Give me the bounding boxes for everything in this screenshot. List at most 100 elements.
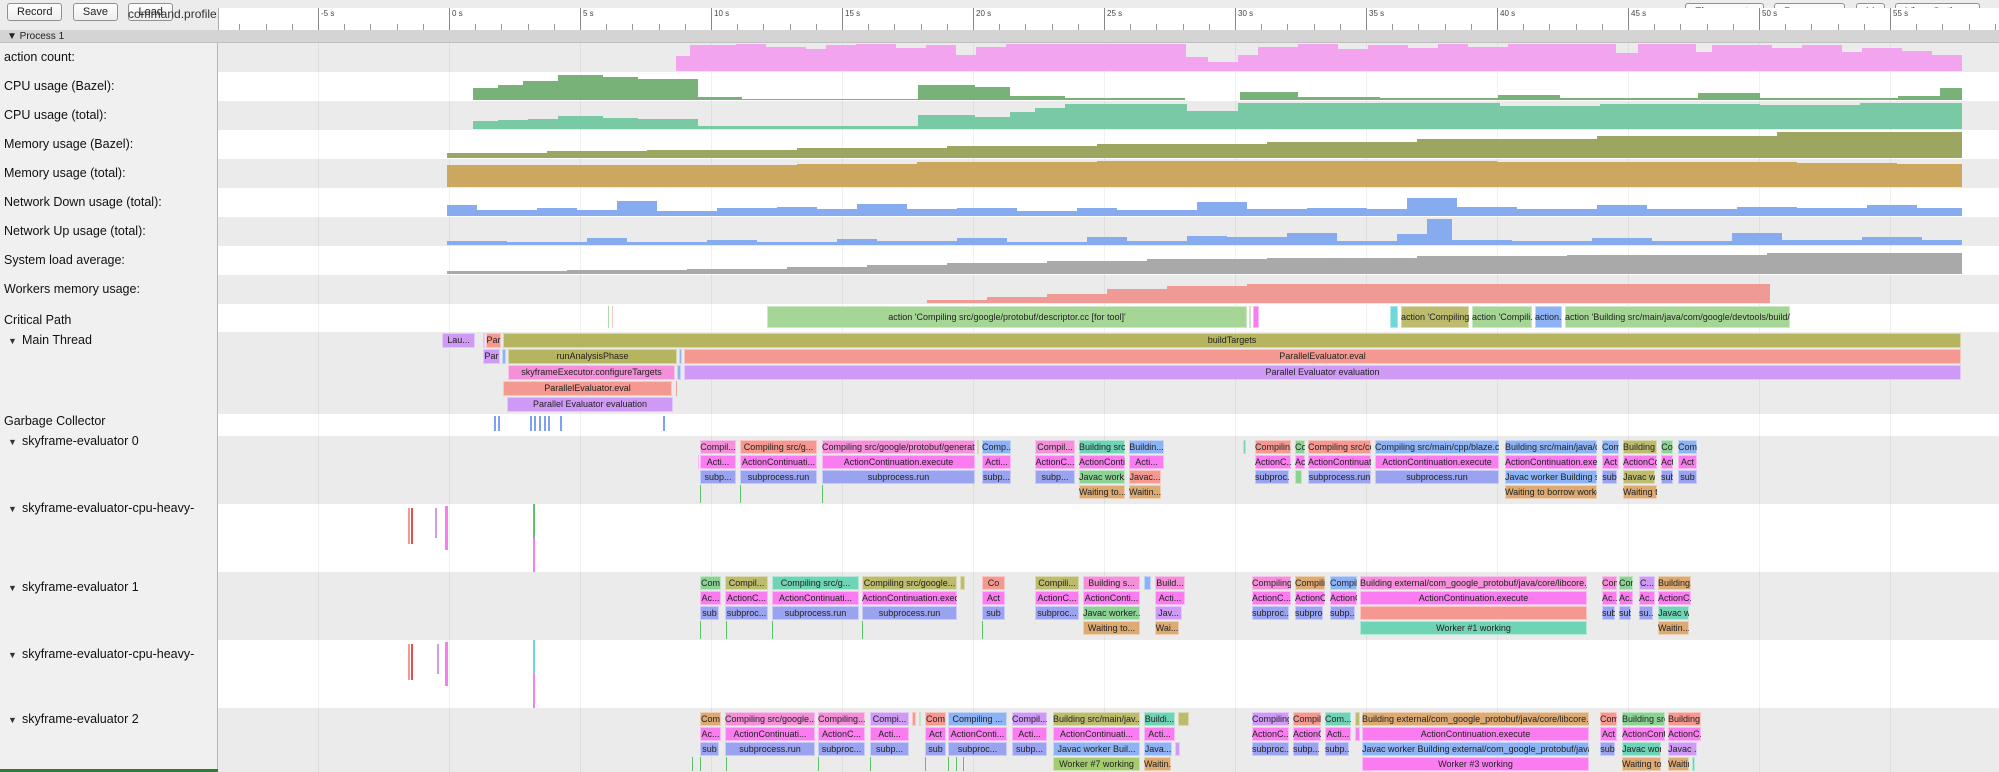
trace-block[interactable]: Parallel Evaluator evaluation (507, 397, 673, 412)
trace-block[interactable]: Compiling ... (948, 712, 1007, 726)
trace-block[interactable]: subprocess.run (725, 742, 815, 756)
event-tick[interactable] (870, 757, 871, 771)
trace-block[interactable]: Building... (1658, 576, 1691, 590)
trace-block[interactable]: Acti... (1155, 591, 1185, 605)
trace-block[interactable] (1175, 742, 1180, 756)
trace-block[interactable] (1253, 306, 1259, 328)
event-tick[interactable] (948, 757, 949, 771)
event-tick[interactable] (530, 416, 532, 431)
trace-block[interactable]: ActionContinuation.execute (862, 591, 957, 605)
trace-block[interactable]: Compiling src/g... (740, 440, 817, 454)
trace-block[interactable]: Javac worker... (1622, 742, 1661, 756)
trace-block[interactable]: ParallelEvaluator.eval (684, 349, 1961, 364)
trace-block[interactable]: Acti... (870, 727, 909, 741)
trace-block[interactable]: subp... (1293, 742, 1319, 756)
trace-block[interactable]: skyframeExecutor.configureTargets (508, 365, 675, 380)
event-tick[interactable] (411, 644, 413, 680)
trace-block[interactable]: ActionC... (725, 591, 768, 605)
trace-block[interactable]: Par (486, 333, 501, 348)
event-tick[interactable] (560, 416, 562, 431)
trace-block[interactable]: subp... (982, 470, 1011, 484)
trace-block[interactable]: Compilin... (1295, 576, 1325, 590)
trace-block[interactable]: sub (982, 606, 1005, 620)
trace-block[interactable]: ActionC... (1035, 455, 1075, 469)
save-button[interactable]: Save (73, 3, 118, 21)
trace-block[interactable]: Acti... (982, 455, 1011, 469)
trace-block[interactable]: Waiting to... (1083, 621, 1140, 635)
trace-block[interactable]: ActionConti... (1079, 455, 1125, 469)
trace-block[interactable]: sub (1619, 606, 1631, 620)
trace-block[interactable] (1355, 727, 1360, 741)
trace-block[interactable]: Ac... (700, 727, 721, 741)
event-tick[interactable] (411, 508, 413, 544)
trace-block[interactable]: sub (925, 742, 946, 756)
trace-block[interactable] (612, 306, 613, 328)
trace-block[interactable]: Acti... (700, 455, 736, 469)
trace-block[interactable]: action 'Compiling src/google/protobuf/de… (767, 306, 1247, 328)
trace-block[interactable] (677, 365, 681, 380)
trace-block[interactable]: subproc... (818, 742, 865, 756)
event-tick[interactable] (700, 621, 701, 639)
trace-block[interactable] (1360, 606, 1587, 620)
trace-block[interactable]: subprocess.run (1308, 470, 1371, 484)
trace-block[interactable] (912, 712, 916, 726)
event-tick[interactable] (963, 757, 964, 771)
trace-block[interactable]: Buildi... (1144, 712, 1175, 726)
track-label-main-thread[interactable]: ▼Main Thread (8, 333, 92, 348)
trace-block[interactable]: Act (1295, 455, 1305, 469)
trace-block[interactable]: Waitin... (1144, 757, 1171, 771)
trace-block[interactable]: ActionContinuati... (725, 727, 815, 741)
trace-block[interactable]: Ac... (1619, 591, 1633, 605)
trace-block[interactable]: Worker #1 working (1360, 621, 1587, 635)
trace-block[interactable]: Com (1678, 440, 1697, 454)
trace-block[interactable]: Parallel Evaluator evaluation (684, 365, 1961, 380)
trace-block[interactable]: Act (1678, 455, 1697, 469)
trace-block[interactable]: subp... (870, 742, 909, 756)
event-tick[interactable] (982, 621, 983, 639)
trace-block[interactable]: Javac work... (1079, 470, 1125, 484)
trace-block[interactable]: Jav... (1155, 606, 1182, 620)
track-label-skyframe-evaluator-cpu-heavy[interactable]: ▼skyframe-evaluator-cpu-heavy- (8, 647, 194, 662)
trace-block[interactable]: Compil... (1012, 712, 1047, 726)
trace-block[interactable]: subp... (1325, 742, 1349, 756)
trace-block[interactable]: Javac wor... (1623, 470, 1655, 484)
track-label-skyframe-evaluator-1[interactable]: ▼skyframe-evaluator 1 (8, 580, 139, 595)
trace-block[interactable]: ActionC... (1293, 727, 1321, 741)
collapse-arrow-icon[interactable]: ▼ (8, 502, 22, 516)
trace-block[interactable]: subp... (700, 470, 736, 484)
trace-block[interactable]: Compiling src/main/cpp/blaze.cc (1375, 440, 1499, 454)
trace-block[interactable]: Compili... (1035, 576, 1079, 590)
trace-block[interactable]: subprocess.run (862, 606, 957, 620)
trace-block[interactable]: ActionC... (1035, 591, 1079, 605)
trace-block[interactable]: Co (1661, 440, 1673, 454)
trace-block[interactable]: Building external/com_google_protobuf/ja… (1360, 576, 1587, 590)
trace-block[interactable]: Compil... (725, 576, 768, 590)
trace-block[interactable]: Worker #7 working (1053, 757, 1140, 771)
trace-block[interactable] (1178, 712, 1189, 726)
event-tick[interactable] (956, 757, 957, 771)
trace-block[interactable]: subproc... (948, 742, 1007, 756)
event-tick[interactable] (533, 674, 535, 708)
trace-block[interactable]: Act (1600, 727, 1617, 741)
trace-block[interactable]: Compiling src/core/... (1308, 440, 1371, 454)
trace-block[interactable]: Ac... (1602, 591, 1617, 605)
trace-block[interactable] (960, 576, 965, 590)
trace-block[interactable] (919, 712, 921, 726)
trace-block[interactable]: C... (1639, 576, 1655, 590)
trace-block[interactable]: action 'Compili... (1472, 306, 1532, 328)
trace-block[interactable] (502, 349, 506, 364)
trace-block[interactable]: Compiling... (818, 712, 865, 726)
trace-block[interactable]: sub (700, 742, 719, 756)
trace-block[interactable]: subp... (1012, 742, 1047, 756)
process-header[interactable]: ▼ Process 1 (0, 30, 1999, 43)
event-tick[interactable] (822, 485, 823, 503)
trace-block[interactable]: Buildin... (1129, 440, 1164, 454)
trace-block[interactable]: Building external/com_google_protobuf/ja… (1362, 712, 1589, 726)
trace-block[interactable]: subproc... (1035, 606, 1079, 620)
trace-block[interactable]: Compilin... (1255, 440, 1291, 454)
trace-block[interactable]: Java... (1144, 742, 1172, 756)
trace-block[interactable] (608, 306, 609, 328)
trace-block[interactable]: runAnalysisPhase (508, 349, 677, 364)
event-tick[interactable] (726, 621, 727, 639)
trace-block[interactable]: Javac wo... (1658, 606, 1689, 620)
